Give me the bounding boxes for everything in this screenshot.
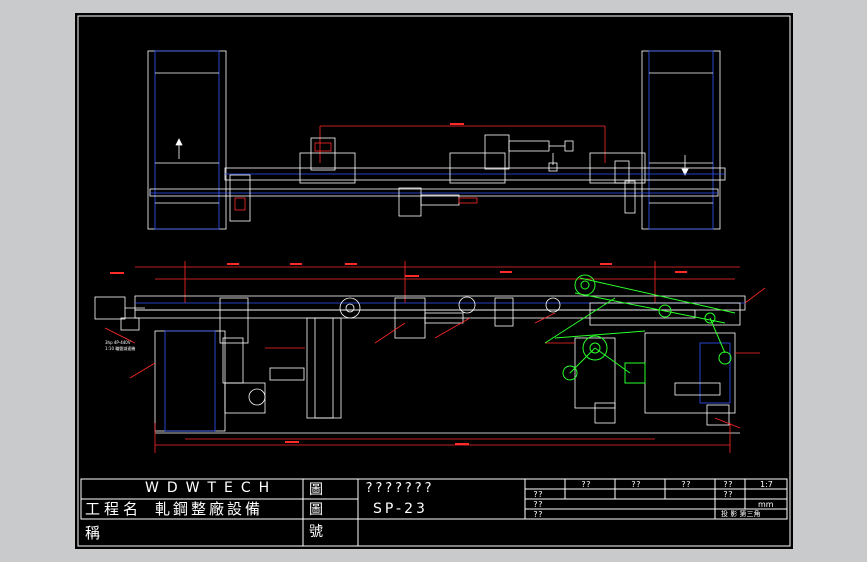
project-label-second-line: 稱: [85, 524, 101, 542]
cad-drawing: [77, 15, 791, 547]
tb-cell-1: ??: [581, 480, 591, 489]
tb-cell-8: ??: [533, 510, 543, 519]
drawing-number: SP-23: [373, 501, 428, 517]
tb-cell-7: ??: [533, 500, 543, 509]
tb-cell-5: ??: [723, 490, 733, 499]
tb-cell-4: ??: [723, 480, 733, 489]
tb-cell-6: ??: [533, 490, 543, 499]
top-view: [147, 50, 726, 230]
project-label: 工程名: [85, 500, 143, 518]
company-name: WDWTECH: [145, 480, 278, 496]
tb-cell-3: ??: [681, 480, 691, 489]
front-view: [94, 261, 766, 453]
drawing-number-label: 圖: [309, 502, 323, 518]
drawing-title: ???????: [365, 481, 434, 496]
dimension-ticks: [110, 123, 687, 445]
projection-method: 投 影 第三角: [721, 510, 761, 518]
lifting-mechanism: [544, 274, 736, 384]
motor-spec-line-1: 3hp 4P-440V: [105, 340, 131, 345]
right-roller-table: [641, 50, 721, 230]
drawing-number-label-second-line: 號: [309, 524, 323, 540]
motor-spec-line-2: 1:10 輪盤減速機: [105, 346, 136, 351]
drawing-unit: mm: [758, 500, 774, 509]
drawing-sheet: WDWTECH 工程名 軋鋼整廠設備 稱 圖 圖 號 ??????? SP-23…: [75, 13, 793, 549]
drive-motor: [94, 296, 126, 320]
drawing-title-label: 圖: [309, 482, 323, 498]
left-roller-table: [147, 50, 227, 230]
project-name: 軋鋼整廠設備: [155, 500, 264, 518]
tb-cell-2: ??: [631, 480, 641, 489]
drawing-scale: 1:7: [760, 480, 773, 489]
